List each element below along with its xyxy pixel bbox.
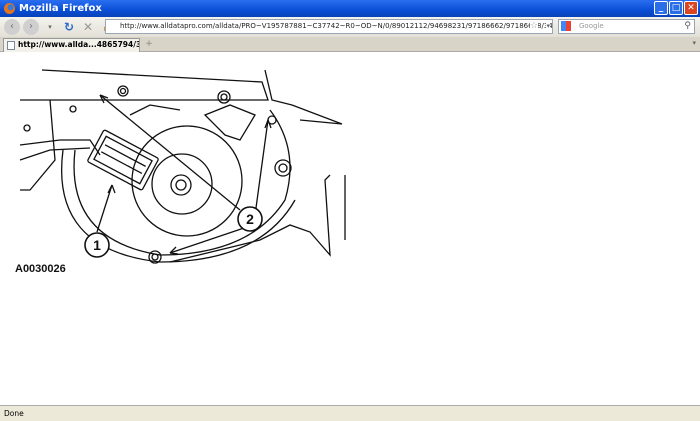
blower-motor-diagram: 1 2 A0030026: [15, 69, 346, 275]
firefox-logo-icon: [4, 3, 15, 14]
callout-1-label: 1: [93, 237, 101, 253]
navigation-toolbar: ‹ › ▾ ↻ ✕ ⌂ http://www.alldatapro.com/al…: [0, 17, 700, 37]
tab-label: http://www.allda...4865794/34849524: [18, 40, 139, 49]
page-icon: [7, 41, 15, 50]
maximize-button[interactable]: □: [669, 1, 683, 15]
page-content: 1 2 A0030026: [0, 53, 700, 405]
tab-list-icon[interactable]: ▾: [692, 39, 696, 47]
url-dropdown-icon[interactable]: ▾: [546, 20, 550, 33]
motor-hub: [170, 174, 192, 196]
stop-icon[interactable]: ✕: [80, 20, 96, 34]
tab-active[interactable]: http://www.allda...4865794/34849524: [3, 38, 140, 52]
google-engine-icon[interactable]: [561, 21, 571, 31]
url-input[interactable]: http://www.alldatapro.com/alldata/PRO~V1…: [105, 19, 553, 34]
search-icon[interactable]: ⚲: [684, 20, 691, 33]
history-dropdown-icon[interactable]: ▾: [42, 23, 58, 31]
forward-button[interactable]: ›: [23, 19, 39, 35]
callout-2-label: 2: [246, 211, 254, 227]
diagram-housing-edge: [264, 69, 343, 125]
bookmark-star-icon[interactable]: ☆: [529, 20, 538, 33]
tab-bar: http://www.allda...4865794/34849524 + ▾: [0, 37, 700, 52]
status-text: Done: [4, 409, 24, 418]
search-placeholder: Google: [579, 22, 604, 30]
callout-1: 1: [84, 232, 110, 258]
diagram-bracket: [20, 69, 269, 101]
back-button[interactable]: ‹: [4, 19, 20, 35]
search-input[interactable]: Google ⚲: [558, 19, 695, 34]
electrical-connector: [87, 129, 159, 191]
status-bar: Done: [0, 405, 700, 421]
window-title: Mozilla Firefox: [19, 3, 102, 14]
reload-icon[interactable]: ↻: [61, 20, 77, 34]
minimize-button[interactable]: _: [654, 1, 668, 15]
blower-wheel: [131, 125, 243, 237]
close-button[interactable]: ✕: [684, 1, 698, 15]
title-bar: Mozilla Firefox _ □ ✕: [0, 0, 700, 17]
new-tab-button[interactable]: +: [143, 39, 155, 50]
figure-id: A0030026: [15, 263, 66, 275]
callout-2: 2: [237, 206, 263, 232]
url-text: http://www.alldatapro.com/alldata/PRO~V1…: [120, 22, 553, 30]
